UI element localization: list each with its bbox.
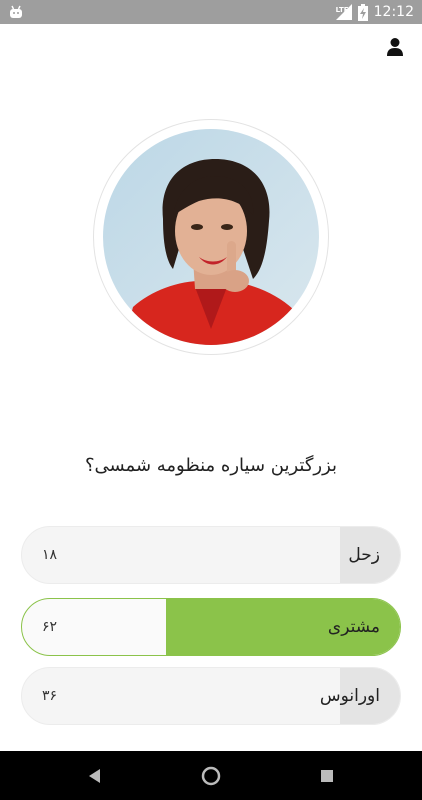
battery-charging-icon [357, 3, 368, 21]
answer-label: مشتری [327, 617, 380, 637]
answer-label: زحل [348, 545, 380, 565]
recents-square-icon[interactable] [316, 765, 338, 787]
answer-option-3[interactable]: اورانوس ۳۶ [21, 667, 401, 725]
back-triangle-icon[interactable] [84, 765, 106, 787]
status-bar: LTE 12:12 [0, 0, 422, 24]
answer-option-1[interactable]: زحل ۱۸ [21, 526, 401, 584]
android-debug-icon [10, 5, 22, 18]
answer-count: ۱۸ [42, 547, 58, 563]
status-time: 12:12 [373, 4, 414, 20]
answer-count: ۳۶ [42, 688, 58, 704]
answer-label: اورانوس [319, 686, 380, 706]
question-text: بزرگترین سیاره منظومه شمسی؟ [84, 455, 338, 476]
signal-icon: LTE [334, 4, 352, 20]
host-avatar-image [103, 129, 319, 345]
home-circle-icon[interactable] [200, 765, 222, 787]
answer-option-2[interactable]: مشتری ۶۲ [21, 598, 401, 656]
person-icon[interactable] [384, 36, 406, 58]
answer-count: ۶۲ [42, 619, 58, 635]
navigation-bar [0, 751, 422, 800]
